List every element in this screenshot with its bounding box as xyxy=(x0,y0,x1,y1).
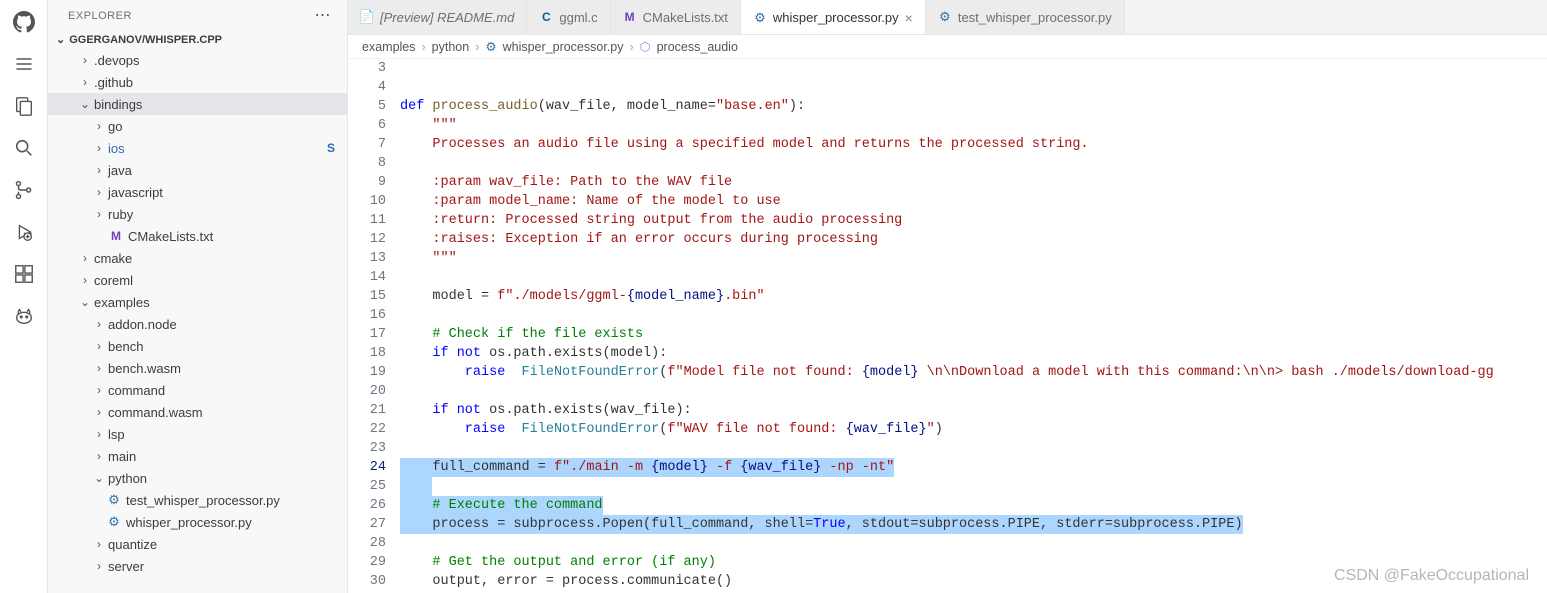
tab-bar: 📄[Preview] README.md Cggml.c MCMakeLists… xyxy=(348,0,1547,35)
editor-group: 📄[Preview] README.md Cggml.c MCMakeLists… xyxy=(348,0,1547,593)
tab-test-whisper[interactable]: ⚙test_whisper_processor.py xyxy=(926,0,1125,34)
search-icon[interactable] xyxy=(12,136,36,160)
scm-badge: S xyxy=(327,141,335,155)
folder-github[interactable]: ›.github xyxy=(48,71,347,93)
folder-ios[interactable]: ›iosS xyxy=(48,137,347,159)
chevron-right-icon: › xyxy=(630,40,634,54)
tab-whisper-processor[interactable]: ⚙whisper_processor.py× xyxy=(741,0,926,34)
chevron-right-icon: › xyxy=(92,427,106,441)
github-alt-icon[interactable] xyxy=(12,304,36,328)
github-icon[interactable] xyxy=(12,10,36,34)
python-file-icon: ⚙ xyxy=(753,11,767,25)
extensions-icon[interactable] xyxy=(12,262,36,286)
file-test-whisper[interactable]: ⚙test_whisper_processor.py xyxy=(48,489,347,511)
folder-cmake[interactable]: ›cmake xyxy=(48,247,347,269)
chevron-right-icon: › xyxy=(475,40,479,54)
python-file-icon: ⚙ xyxy=(485,39,496,54)
folder-coreml[interactable]: ›coreml xyxy=(48,269,347,291)
chevron-right-icon: › xyxy=(92,317,106,331)
tab-cmakelists[interactable]: MCMakeLists.txt xyxy=(611,0,741,34)
preview-icon: 📄 xyxy=(360,10,374,24)
chevron-right-icon: › xyxy=(92,141,106,155)
menu-icon[interactable] xyxy=(12,52,36,76)
code-content[interactable]: def process_audio(wav_file, model_name="… xyxy=(400,59,1547,593)
chevron-right-icon: › xyxy=(92,383,106,397)
chevron-down-icon: ⌄ xyxy=(78,295,92,309)
folder-bench[interactable]: ›bench xyxy=(48,335,347,357)
chevron-right-icon: › xyxy=(92,537,106,551)
folder-ruby[interactable]: ›ruby xyxy=(48,203,347,225)
chevron-down-icon: ⌄ xyxy=(92,471,106,485)
folder-bench-wasm[interactable]: ›bench.wasm xyxy=(48,357,347,379)
chevron-right-icon: › xyxy=(422,40,426,54)
activity-bar xyxy=(0,0,48,593)
file-whisper-processor[interactable]: ⚙whisper_processor.py xyxy=(48,511,347,533)
line-gutter: 3456789101112131415161718192021222324252… xyxy=(348,59,400,593)
file-tree: ›.devops ›.github ⌄bindings ›go ›iosS ›j… xyxy=(48,49,347,577)
folder-command[interactable]: ›command xyxy=(48,379,347,401)
explorer-more-icon[interactable]: ⋯ xyxy=(315,8,332,24)
folder-devops[interactable]: ›.devops xyxy=(48,49,347,71)
chevron-right-icon: › xyxy=(78,75,92,89)
chevron-right-icon: › xyxy=(78,53,92,67)
chevron-right-icon: › xyxy=(78,251,92,265)
folder-bindings[interactable]: ⌄bindings xyxy=(48,93,347,115)
chevron-down-icon: ⌄ xyxy=(56,33,65,46)
cmake-file-icon: M xyxy=(623,10,637,24)
chevron-right-icon: › xyxy=(78,273,92,287)
chevron-right-icon: › xyxy=(92,119,106,133)
folder-examples[interactable]: ⌄examples xyxy=(48,291,347,313)
folder-go[interactable]: ›go xyxy=(48,115,347,137)
chevron-right-icon: › xyxy=(92,163,106,177)
folder-java[interactable]: ›java xyxy=(48,159,347,181)
folder-python[interactable]: ⌄python xyxy=(48,467,347,489)
folder-addon-node[interactable]: ›addon.node xyxy=(48,313,347,335)
python-file-icon: ⚙ xyxy=(106,492,122,508)
explorer-sidebar: EXPLORER ⋯ ⌄ GGERGANOV/WHISPER.CPP ›.dev… xyxy=(48,0,348,593)
chevron-right-icon: › xyxy=(92,405,106,419)
chevron-right-icon: › xyxy=(92,361,106,375)
folder-server[interactable]: ›server xyxy=(48,555,347,577)
file-cmakelists[interactable]: MCMakeLists.txt xyxy=(48,225,347,247)
chevron-right-icon: › xyxy=(92,207,106,221)
chevron-down-icon: ⌄ xyxy=(78,97,92,111)
close-icon[interactable]: × xyxy=(905,10,913,26)
run-debug-icon[interactable] xyxy=(12,220,36,244)
folder-command-wasm[interactable]: ›command.wasm xyxy=(48,401,347,423)
folder-javascript[interactable]: ›javascript xyxy=(48,181,347,203)
symbol-method-icon: ⬡ xyxy=(640,39,651,54)
tab-ggml-c[interactable]: Cggml.c xyxy=(527,0,610,34)
chevron-right-icon: › xyxy=(92,339,106,353)
python-file-icon: ⚙ xyxy=(938,10,952,24)
explorer-title: EXPLORER xyxy=(68,10,132,22)
chevron-right-icon: › xyxy=(92,449,106,463)
chevron-right-icon: › xyxy=(92,185,106,199)
code-editor[interactable]: 3456789101112131415161718192021222324252… xyxy=(348,59,1547,593)
tab-readme[interactable]: 📄[Preview] README.md xyxy=(348,0,527,34)
source-control-icon[interactable] xyxy=(12,178,36,202)
breadcrumb[interactable]: examples› python› ⚙whisper_processor.py›… xyxy=(348,35,1547,59)
repo-section-header[interactable]: ⌄ GGERGANOV/WHISPER.CPP xyxy=(48,30,347,49)
c-file-icon: C xyxy=(539,10,553,24)
folder-quantize[interactable]: ›quantize xyxy=(48,533,347,555)
folder-lsp[interactable]: ›lsp xyxy=(48,423,347,445)
python-file-icon: ⚙ xyxy=(106,514,122,530)
folder-main[interactable]: ›main xyxy=(48,445,347,467)
chevron-right-icon: › xyxy=(92,559,106,573)
explorer-icon[interactable] xyxy=(12,94,36,118)
cmake-file-icon: M xyxy=(108,229,124,243)
